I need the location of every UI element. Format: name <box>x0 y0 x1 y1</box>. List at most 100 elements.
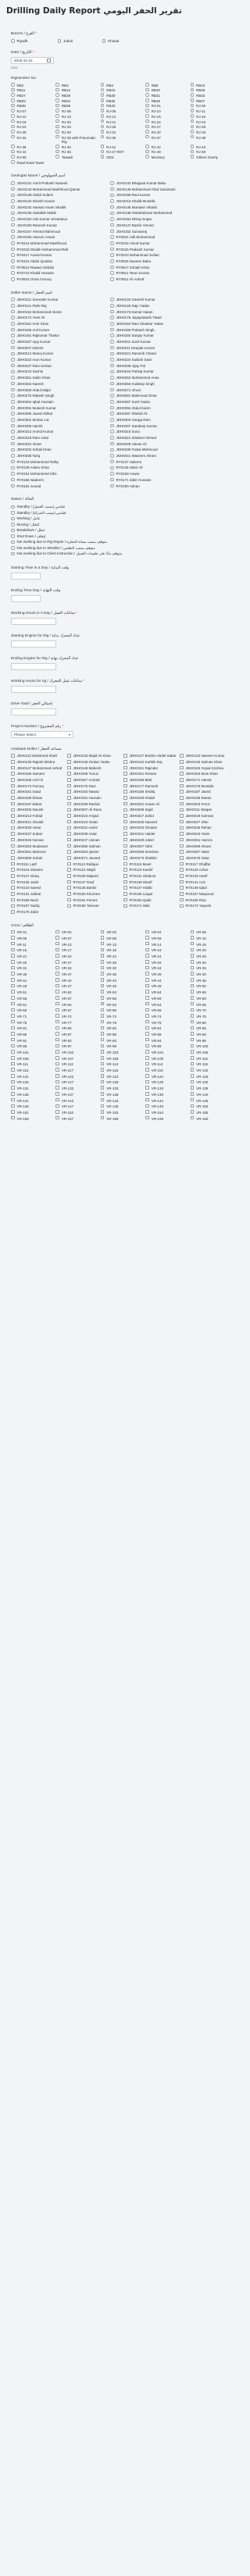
assistant-checkbox[interactable] <box>11 868 15 872</box>
crew-option[interactable]: VR-145 <box>190 1097 234 1103</box>
crew-option[interactable]: VR-66 <box>11 1008 54 1013</box>
rig-option[interactable]: RB11 <box>11 87 54 93</box>
crew-option[interactable]: VR-144 <box>145 1097 188 1103</box>
crew-option[interactable]: VR-148 <box>100 1104 144 1109</box>
driller-radio[interactable] <box>110 304 114 308</box>
crew-option[interactable]: VR-05 <box>190 929 234 935</box>
rig-radio[interactable] <box>190 155 195 159</box>
crew-option[interactable]: VR-55 <box>190 990 234 994</box>
crew-checkbox[interactable] <box>100 1086 105 1090</box>
crew-option[interactable]: VR-33 <box>100 965 144 971</box>
driller-option[interactable]: JDH0214 Manoj Kumar <box>11 351 107 356</box>
rig-radio[interactable] <box>190 114 195 118</box>
geologist-radio[interactable] <box>110 235 114 239</box>
assistant-option[interactable]: RY0125 Azhar <box>180 868 234 872</box>
crew-checkbox[interactable] <box>55 1068 59 1072</box>
driller-option[interactable]: JDH0271 Vinod <box>110 387 206 392</box>
driller-radio[interactable] <box>110 423 114 428</box>
assistant-option[interactable]: JDH0203 Feroz <box>180 801 234 806</box>
rig-radio[interactable] <box>11 98 15 102</box>
crew-checkbox[interactable] <box>55 1056 59 1060</box>
geologist-option[interactable]: JGH0131 Amrit Prakash Naseeb <box>11 180 107 185</box>
driller-radio[interactable] <box>110 363 114 368</box>
assistant-option[interactable]: JDH0127 Brahim Abdel Sattar <box>123 754 177 758</box>
crew-checkbox[interactable] <box>100 954 105 958</box>
driller-option[interactable]: JDH0211 Deepak Kumar <box>110 345 206 350</box>
crew-checkbox[interactable] <box>11 1086 15 1090</box>
driller-radio[interactable] <box>110 477 114 482</box>
assistant-checkbox[interactable] <box>67 819 71 824</box>
crew-checkbox[interactable] <box>100 941 105 946</box>
assistant-checkbox[interactable] <box>11 801 15 806</box>
rig-radio[interactable] <box>145 134 149 139</box>
driller-radio[interactable] <box>110 405 114 410</box>
assistant-checkbox[interactable] <box>123 832 127 836</box>
assistant-option[interactable]: JDH0257 Tahir <box>123 844 177 848</box>
crew-option[interactable]: VR-24 <box>145 954 188 958</box>
crew-checkbox[interactable] <box>11 1026 15 1030</box>
assistant-option[interactable]: JDH0153 Gopal Krishna <box>180 765 234 770</box>
crew-option[interactable]: VR-133 <box>100 1086 144 1090</box>
driller-radio[interactable] <box>110 454 114 458</box>
assistant-option[interactable]: RY0127 Ishaq <box>11 873 65 878</box>
rig-radio[interactable] <box>55 83 59 87</box>
assistant-option[interactable]: JDH0269 Sohail <box>11 855 65 860</box>
rig-radio[interactable] <box>190 149 195 154</box>
crew-option[interactable]: VR-35 <box>190 965 234 971</box>
assistant-checkbox[interactable] <box>11 760 15 764</box>
crew-checkbox[interactable] <box>100 1104 105 1108</box>
assistant-option[interactable]: RY0139 Sharif <box>123 879 177 884</box>
driller-option[interactable]: JDH0324 Imran <box>11 441 107 446</box>
assistant-checkbox[interactable] <box>123 897 127 902</box>
assistant-option[interactable]: JDH0189 Ehsan <box>11 795 65 800</box>
assistant-checkbox[interactable] <box>67 844 71 848</box>
crew-checkbox[interactable] <box>100 1110 105 1114</box>
geologist-radio[interactable] <box>110 187 114 191</box>
assistant-checkbox[interactable] <box>180 832 184 836</box>
assistant-option[interactable]: JDH0156 Sameer <box>11 772 65 776</box>
crew-checkbox[interactable] <box>145 1008 149 1011</box>
assistant-option[interactable]: JDH0237 Zubair <box>11 831 65 836</box>
rig-option[interactable]: RJ-29 <box>11 130 54 134</box>
crew-checkbox[interactable] <box>190 1086 195 1090</box>
crew-checkbox[interactable] <box>190 936 195 940</box>
rig-radio[interactable] <box>190 103 195 108</box>
geologist-radio[interactable] <box>110 229 114 234</box>
crew-option[interactable]: VR-73 <box>100 1014 144 1019</box>
rig-option[interactable]: RJ-26 <box>100 124 144 130</box>
assistant-checkbox[interactable] <box>67 862 71 866</box>
driller-option[interactable]: JDH0269 Abdul Majid <box>11 387 107 392</box>
crew-checkbox[interactable] <box>145 1050 149 1054</box>
crew-checkbox[interactable] <box>145 972 149 976</box>
crew-checkbox[interactable] <box>100 983 105 988</box>
assistant-option[interactable]: JDH0193 Khalid <box>123 795 177 800</box>
assistant-option[interactable]: JDH0142 Karthik Raj <box>123 759 177 764</box>
driller-radio[interactable] <box>11 448 15 452</box>
working-hours-input[interactable] <box>11 617 56 625</box>
crew-option[interactable]: VR-01 <box>11 929 54 935</box>
assistant-checkbox[interactable] <box>123 868 127 872</box>
driller-option[interactable]: RY0137 Saleem <box>110 459 206 464</box>
crew-checkbox[interactable] <box>55 1019 59 1024</box>
assistant-option[interactable]: RY0155 Liaqat <box>123 891 177 896</box>
assistant-checkbox[interactable] <box>67 850 71 854</box>
driller-radio[interactable] <box>11 381 15 386</box>
crew-option[interactable]: VR-60 <box>190 996 234 1001</box>
assistant-option[interactable]: JDH0247 Usman <box>67 837 121 842</box>
rig-option[interactable]: RB3 <box>55 83 98 87</box>
assistant-option[interactable]: RY0165 Riaz <box>180 897 234 902</box>
crew-option[interactable]: VR-159 <box>145 1115 188 1121</box>
geologist-option[interactable]: JGH0148 Mohammed Afzal Sulaimani <box>110 187 206 191</box>
engine-hours-input[interactable] <box>11 685 56 693</box>
geologist-option[interactable]: RY0218 Shaikh Mohammed Rafi <box>11 247 107 252</box>
rig-radio[interactable] <box>190 119 195 123</box>
rig-radio[interactable] <box>55 124 59 128</box>
driller-radio[interactable] <box>11 466 15 470</box>
crew-option[interactable]: VR-139 <box>145 1092 188 1097</box>
assistant-checkbox[interactable] <box>180 778 184 782</box>
crew-option[interactable]: VR-16 <box>11 947 54 953</box>
assistant-option[interactable]: JDH0173 Farooq <box>11 783 65 788</box>
crew-checkbox[interactable] <box>100 936 105 940</box>
assistant-checkbox[interactable] <box>67 826 71 830</box>
assistant-checkbox[interactable] <box>123 783 127 788</box>
